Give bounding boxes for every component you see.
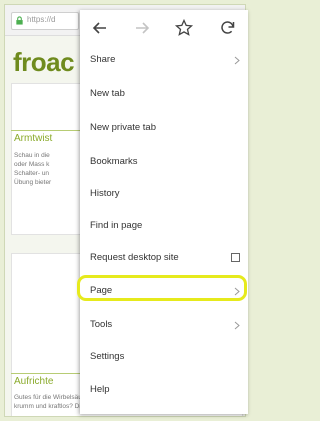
menu-item-label: Settings bbox=[90, 351, 125, 362]
menu-item-bookmarks[interactable]: Bookmarks bbox=[80, 147, 248, 179]
menu-item-label: Help bbox=[90, 384, 110, 395]
menu-toolbar bbox=[80, 10, 248, 46]
article-card-text: oder Mass k bbox=[14, 161, 50, 168]
article-card-title[interactable]: Armtwist bbox=[14, 133, 52, 144]
chevron-right-icon bbox=[234, 56, 240, 65]
bookmark-star-icon[interactable] bbox=[174, 18, 194, 38]
menu-item-label: History bbox=[90, 188, 120, 199]
card-divider bbox=[11, 130, 83, 131]
lock-icon bbox=[16, 16, 23, 25]
menu-item-label: Share bbox=[90, 54, 116, 65]
menu-item-label: New private tab bbox=[90, 122, 157, 133]
menu-item-history[interactable]: History bbox=[80, 179, 248, 211]
menu-item-new-private-tab[interactable]: New private tab bbox=[80, 113, 248, 145]
menu-item-find-in-page[interactable]: Find in page bbox=[80, 211, 248, 243]
menu-item-help[interactable]: Help bbox=[80, 375, 248, 407]
chevron-right-icon bbox=[234, 287, 240, 296]
url-field[interactable]: https://d bbox=[11, 12, 79, 30]
overflow-menu: Share New tab New private tab Bookmarks … bbox=[77, 10, 248, 414]
url-text: https://d bbox=[27, 15, 56, 24]
article-card-title[interactable]: Aufrichte bbox=[14, 376, 53, 387]
menu-item-request-desktop-site[interactable]: Request desktop site bbox=[80, 243, 248, 275]
card-divider bbox=[11, 373, 85, 374]
menu-item-label: Bookmarks bbox=[90, 156, 138, 167]
article-card-text: Übung bieter bbox=[14, 179, 52, 186]
menu-item-label: New tab bbox=[90, 88, 125, 99]
menu-item-tools[interactable]: Tools bbox=[80, 310, 248, 342]
menu-item-share[interactable]: Share bbox=[80, 45, 248, 77]
back-icon[interactable] bbox=[90, 18, 110, 38]
article-card-text: Schalter- un bbox=[14, 170, 50, 177]
article-card-text: Schau in die bbox=[14, 152, 50, 159]
menu-item-new-tab[interactable]: New tab bbox=[80, 79, 248, 111]
menu-item-label: Tools bbox=[90, 319, 113, 330]
refresh-icon[interactable] bbox=[218, 18, 238, 38]
chevron-right-icon bbox=[234, 321, 240, 330]
menu-item-label: Request desktop site bbox=[90, 252, 179, 263]
forward-icon[interactable] bbox=[132, 18, 152, 38]
menu-item-page[interactable]: Page bbox=[77, 275, 248, 308]
desktop-site-checkbox[interactable] bbox=[231, 253, 240, 262]
menu-item-label: Page bbox=[90, 285, 113, 296]
menu-item-label: Find in page bbox=[90, 220, 143, 231]
site-logo: froac bbox=[13, 47, 75, 77]
menu-item-settings[interactable]: Settings bbox=[80, 342, 248, 374]
